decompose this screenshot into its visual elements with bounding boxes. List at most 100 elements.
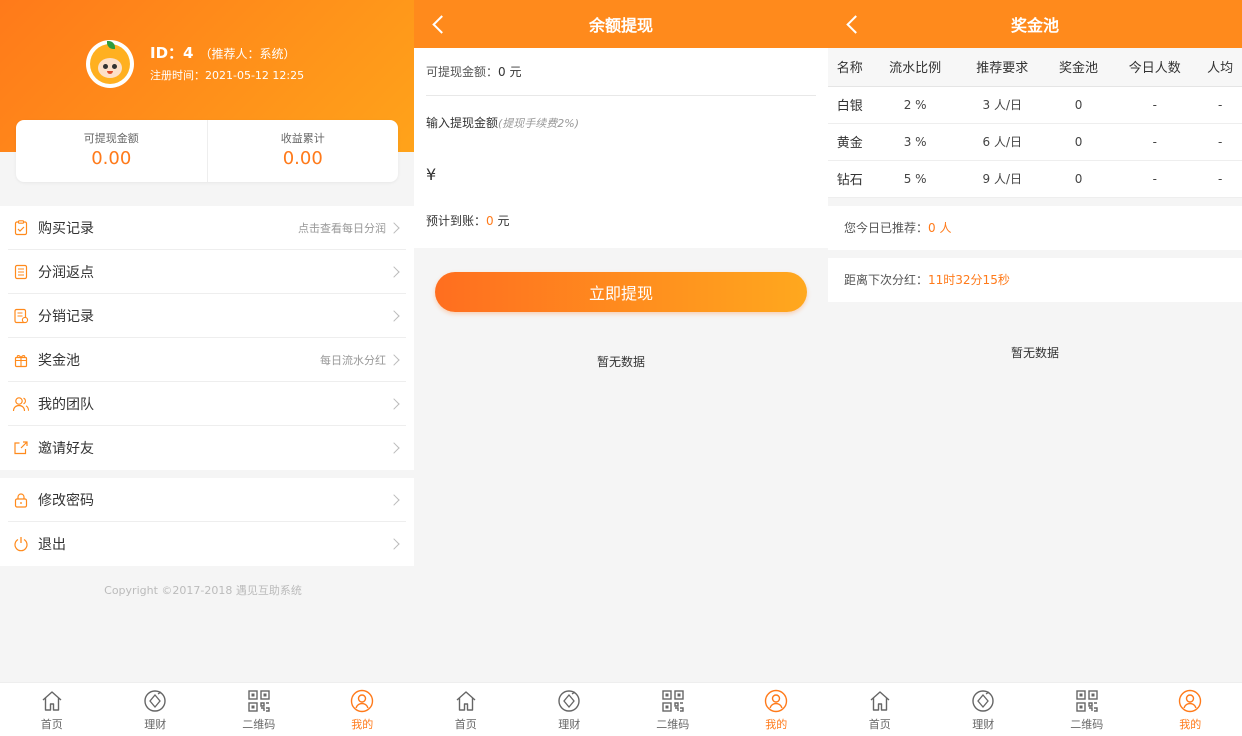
menu-item-bonus-pool[interactable]: 奖金池 每日流水分红: [8, 338, 406, 382]
menu-item-distribution-records[interactable]: 分销记录: [8, 294, 406, 338]
expected-label: 预计到账：: [426, 214, 487, 228]
tab-home[interactable]: 首页: [414, 683, 518, 736]
chevron-right-icon: [388, 538, 400, 550]
tab-label: 首页: [868, 718, 891, 731]
table-cell: -: [1198, 86, 1242, 124]
menu-item-invite-friends[interactable]: 邀请好友: [8, 426, 406, 470]
menu-item-logout[interactable]: 退出: [8, 522, 406, 566]
table-cell: 钻石: [828, 160, 872, 198]
table-cell: 9 人/日: [958, 160, 1046, 198]
menu-item-profit-rebate[interactable]: 分润返点: [8, 250, 406, 294]
empty-state: 暂无数据: [1010, 346, 1059, 360]
referrer-text: （推荐人：系统）: [199, 47, 296, 61]
fee-note: (提现手续费2%): [498, 117, 580, 130]
column-header: 名称: [828, 48, 872, 87]
stat-label: 可提现金额: [83, 132, 139, 145]
table-cell: 黄金: [828, 123, 872, 161]
copyright: Copyright ©2017-2018 遇见互助系统: [0, 582, 414, 598]
tab-home[interactable]: 首页: [0, 683, 104, 736]
home-icon: [453, 688, 479, 714]
tab-bar: 首页 理财 二维码 我的: [414, 682, 828, 736]
column-header: 奖金池: [1045, 48, 1112, 87]
tab-label: 理财: [144, 718, 167, 731]
page-title: 奖金池: [1010, 16, 1059, 35]
yen-symbol: ¥: [426, 165, 437, 184]
withdraw-amount-input[interactable]: [442, 165, 743, 184]
chevron-right-icon: [388, 221, 400, 234]
back-arrow-icon[interactable]: [428, 14, 448, 34]
copyright-text: Copyright ©2017-2018 遇见互助系统: [104, 584, 302, 597]
today-referrals: 您今日已推荐： 0 人: [828, 205, 1242, 250]
profile-screen: ID：4 （推荐人：系统） 注册时间：2021-05-12 12:25 可提现金额…: [0, 0, 414, 736]
user-id-text: ID：4: [150, 44, 194, 62]
table-header-row: 名称 流水比例 推荐要求 奖金池 今日人数 人均: [828, 48, 1242, 87]
qrcode-icon: [1074, 688, 1100, 714]
withdraw-now-button[interactable]: 立即提现: [435, 272, 807, 312]
chevron-right-icon: [388, 353, 400, 366]
menu-item-my-team[interactable]: 我的团队: [8, 382, 406, 426]
tab-label: 我的: [765, 718, 788, 731]
withdraw-screen: 余额提现 可提现金额： 0 元 输入提现金额(提现手续费2%) ¥ 预计到账：0 …: [414, 0, 828, 736]
orange-avatar-icon: [90, 41, 130, 84]
tab-finance[interactable]: 理财: [932, 683, 1036, 736]
records-icon: [12, 307, 30, 325]
table-cell: 0: [1045, 123, 1112, 161]
table-cell: 3 人/日: [958, 86, 1046, 124]
tab-label: 理财: [972, 718, 995, 731]
table-cell: 0: [1045, 86, 1112, 124]
menu-label: 奖金池: [38, 352, 80, 369]
empty-state: 暂无数据: [596, 355, 645, 369]
withdraw-form: 可提现金额： 0 元 输入提现金额(提现手续费2%) ¥ 预计到账： 0 元: [414, 48, 828, 248]
available-value: 0 元: [498, 65, 522, 79]
tab-finance[interactable]: 理财: [518, 683, 622, 736]
tab-home[interactable]: 首页: [828, 683, 932, 736]
menu-label: 分润返点: [38, 264, 94, 281]
tab-label: 二维码: [656, 718, 690, 731]
countdown-value: 11时32分15秒: [928, 273, 1010, 287]
user-id: ID：4 （推荐人：系统）: [150, 42, 296, 63]
menu-label: 我的团队: [38, 396, 94, 413]
tab-mine[interactable]: 我的: [1139, 683, 1242, 736]
tab-finance[interactable]: 理财: [104, 683, 208, 736]
power-icon: [12, 535, 30, 553]
share-icon: [12, 439, 30, 457]
menu-group-account: 修改密码 退出: [0, 478, 414, 566]
menu-item-purchase-records[interactable]: 购买记录 点击查看每日分润: [8, 206, 406, 250]
menu-label: 退出: [38, 537, 66, 553]
stat-withdrawable[interactable]: 可提现金额 0.00: [16, 120, 207, 182]
stat-label: 收益累计: [280, 132, 325, 145]
tab-qrcode[interactable]: 二维码: [1035, 683, 1139, 736]
finance-icon: [970, 688, 996, 714]
menu-label: 邀请好友: [38, 441, 94, 457]
qrcode-icon: [246, 688, 272, 714]
available-label: 可提现金额：: [426, 65, 499, 79]
stat-total-earnings[interactable]: 收益累计 0.00: [206, 120, 399, 182]
column-header: 今日人数: [1111, 48, 1199, 87]
tab-mine[interactable]: 我的: [311, 683, 415, 736]
today-referrals-value: 0 人: [928, 221, 952, 235]
gift-icon: [12, 351, 30, 369]
available-amount: 可提现金额： 0 元: [426, 48, 816, 96]
amount-label-text: 输入提现金额: [426, 116, 499, 130]
today-referrals-label: 您今日已推荐：: [844, 221, 929, 235]
register-time: 注册时间：2021-05-12 12:25: [150, 69, 305, 82]
table-row: 钻石 5 % 9 人/日 0 - -: [828, 160, 1242, 198]
menu-item-change-password[interactable]: 修改密码: [8, 478, 406, 522]
column-header: 推荐要求: [958, 48, 1046, 87]
user-icon: [1177, 688, 1203, 714]
tab-qrcode[interactable]: 二维码: [621, 683, 725, 736]
table-cell: 3 %: [871, 123, 959, 161]
lock-icon: [12, 491, 30, 509]
back-arrow-icon[interactable]: [842, 14, 862, 34]
finance-icon: [142, 688, 168, 714]
menu-group-main: 购买记录 点击查看每日分润 分润返点 分销记录 奖金池 每日流水分红 我的团队 …: [0, 206, 414, 470]
list-icon: [12, 263, 30, 281]
next-dividend-countdown: 距离下次分红： 11时32分15秒: [828, 257, 1242, 302]
tab-mine[interactable]: 我的: [725, 683, 829, 736]
tab-label: 首页: [454, 718, 477, 731]
chevron-right-icon: [388, 493, 400, 506]
menu-label: 购买记录: [38, 220, 94, 237]
avatar[interactable]: [86, 40, 134, 88]
tab-label: 我的: [351, 718, 374, 731]
tab-qrcode[interactable]: 二维码: [207, 683, 311, 736]
